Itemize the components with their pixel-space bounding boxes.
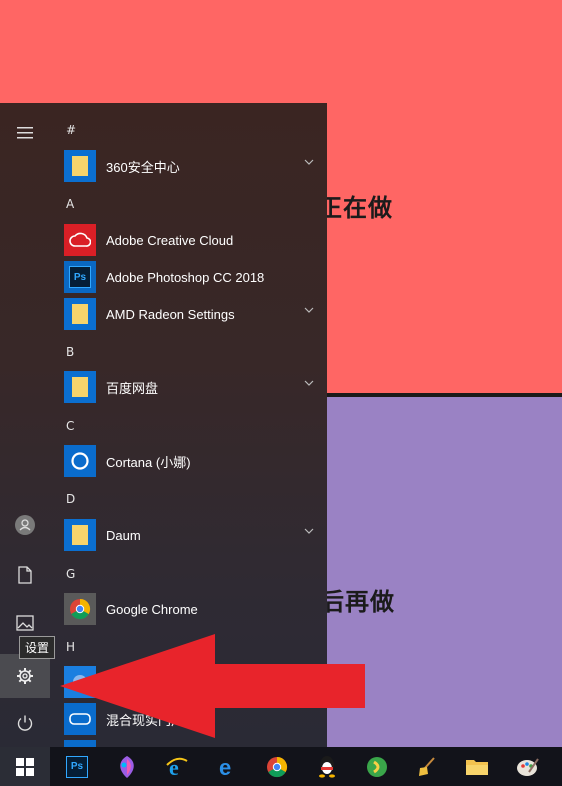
app-label: Adobe Photoshop CC 2018 [106,269,265,285]
paint-icon [120,755,134,778]
section-header-a[interactable]: A [66,197,74,211]
app-label: Adobe Creative Cloud [106,232,234,248]
cortana-icon [64,445,96,477]
taskbar-cleaner[interactable] [402,747,452,786]
chrome-icon [267,756,288,777]
qq-icon [319,755,335,778]
section-header-c[interactable]: C [66,419,74,433]
power-icon [17,715,33,731]
edge-icon: e [219,756,231,778]
section-header-hash[interactable]: # [66,123,76,137]
desktop-bottom-text: 后再做 [320,588,395,616]
user-icon [15,515,35,535]
chevron-down-icon [304,307,314,313]
app-item-360[interactable]: 360安全中心 [64,149,314,183]
settings-button[interactable] [0,654,50,698]
expand-menu-button[interactable] [0,113,50,153]
windows-start-icon [16,757,34,776]
taskbar-chrome[interactable] [252,747,302,786]
taskbar-qq[interactable] [302,747,352,786]
app-item-cortana[interactable]: Cortana (小娜) [64,444,314,478]
taskbar-paint-palette[interactable] [502,747,552,786]
app-label: Daum [106,527,141,543]
chevron-down-icon [304,159,314,165]
start-button[interactable] [0,747,50,786]
documents-button[interactable] [0,555,50,595]
settings-tooltip: 设置 [19,636,56,659]
app-label: Cortana (小娜) [106,454,191,470]
section-header-d[interactable]: D [66,492,75,506]
taskbar-photoshop[interactable]: Ps [52,747,102,786]
user-account-button[interactable] [0,505,50,545]
folder-icon [64,371,96,403]
internet-explorer-icon: e [166,755,188,779]
section-header-g[interactable]: G [66,567,75,581]
creative-cloud-icon [64,224,96,256]
taskbar-paint[interactable] [102,747,152,786]
app-label: Google Chrome [106,601,198,617]
taskbar: Ps e e [0,747,562,786]
app-icon [64,740,96,747]
photoshop-icon: Ps [66,755,88,778]
app-item-photoshop[interactable]: Ps Adobe Photoshop CC 2018 [64,260,314,294]
green-app-icon [367,756,387,777]
chevron-down-icon [304,380,314,386]
app-item-daum[interactable]: Daum [64,518,314,552]
taskbar-file-explorer[interactable] [452,747,502,786]
folder-icon [466,759,488,775]
taskbar-internet-explorer[interactable]: e [152,747,202,786]
pictures-icon [16,615,34,631]
folder-icon [64,150,96,182]
gear-icon [17,668,33,684]
app-item-amd-radeon[interactable]: AMD Radeon Settings [64,297,314,331]
document-icon [18,566,32,584]
hamburger-icon [17,127,33,139]
chrome-icon [64,593,96,625]
taskbar-green-app[interactable] [352,747,402,786]
photoshop-icon: Ps [64,261,96,293]
section-header-b[interactable]: B [66,345,74,359]
folder-icon [64,298,96,330]
app-label: 360安全中心 [106,159,180,175]
paint-palette-icon [517,757,539,776]
folder-icon [64,519,96,551]
app-item-chrome[interactable]: Google Chrome [64,592,314,626]
taskbar-edge[interactable]: e [202,747,252,786]
app-item-creative-cloud[interactable]: Adobe Creative Cloud [64,223,314,257]
red-arrow-annotation [60,634,365,738]
desktop-top-text: 正在做 [318,194,393,222]
chevron-down-icon [304,528,314,534]
app-item-h3[interactable] [64,739,314,747]
app-item-baidu[interactable]: 百度网盘 [64,370,314,404]
app-label: 百度网盘 [106,380,159,396]
power-button[interactable] [0,703,50,743]
broom-icon [419,756,435,776]
svg-text:e: e [219,756,231,778]
app-label: AMD Radeon Settings [106,306,235,322]
